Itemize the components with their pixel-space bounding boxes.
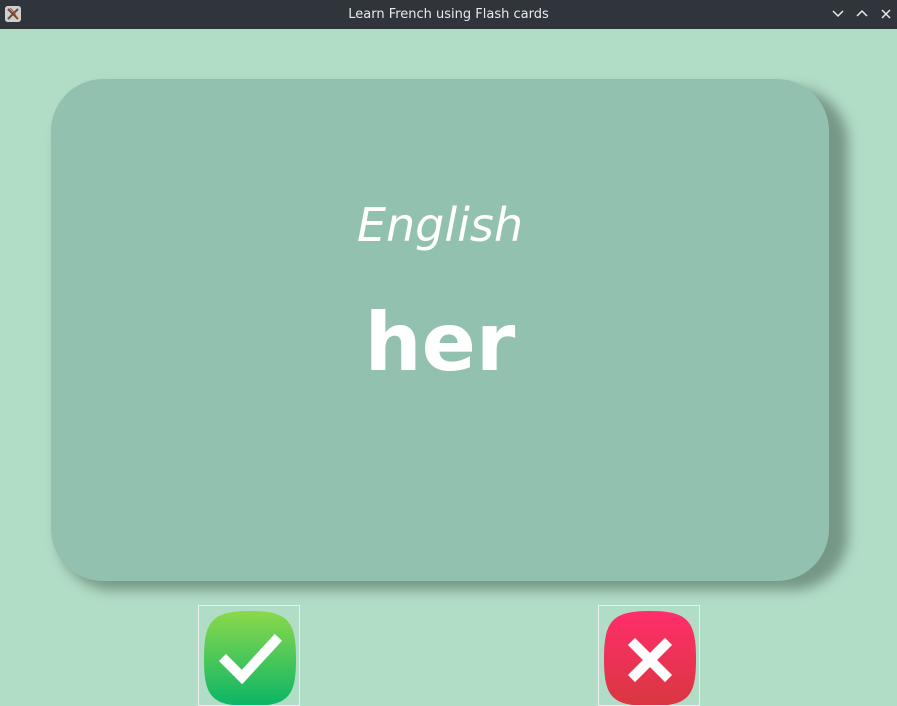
window-title: Learn French using Flash cards xyxy=(348,7,549,22)
cross-icon xyxy=(604,611,696,705)
close-icon[interactable] xyxy=(878,6,894,22)
card-language-label: English xyxy=(356,198,524,252)
minimize-icon[interactable] xyxy=(830,6,846,22)
title-bar[interactable]: Learn French using Flash cards xyxy=(0,0,897,29)
known-button[interactable] xyxy=(198,605,300,706)
card-word: her xyxy=(364,296,516,389)
checkmark-icon xyxy=(204,611,296,705)
flash-card: English her xyxy=(51,79,829,581)
app-window: Learn French using Flash cards English h… xyxy=(0,0,897,706)
maximize-icon[interactable] xyxy=(854,6,870,22)
unknown-button[interactable] xyxy=(598,605,700,706)
